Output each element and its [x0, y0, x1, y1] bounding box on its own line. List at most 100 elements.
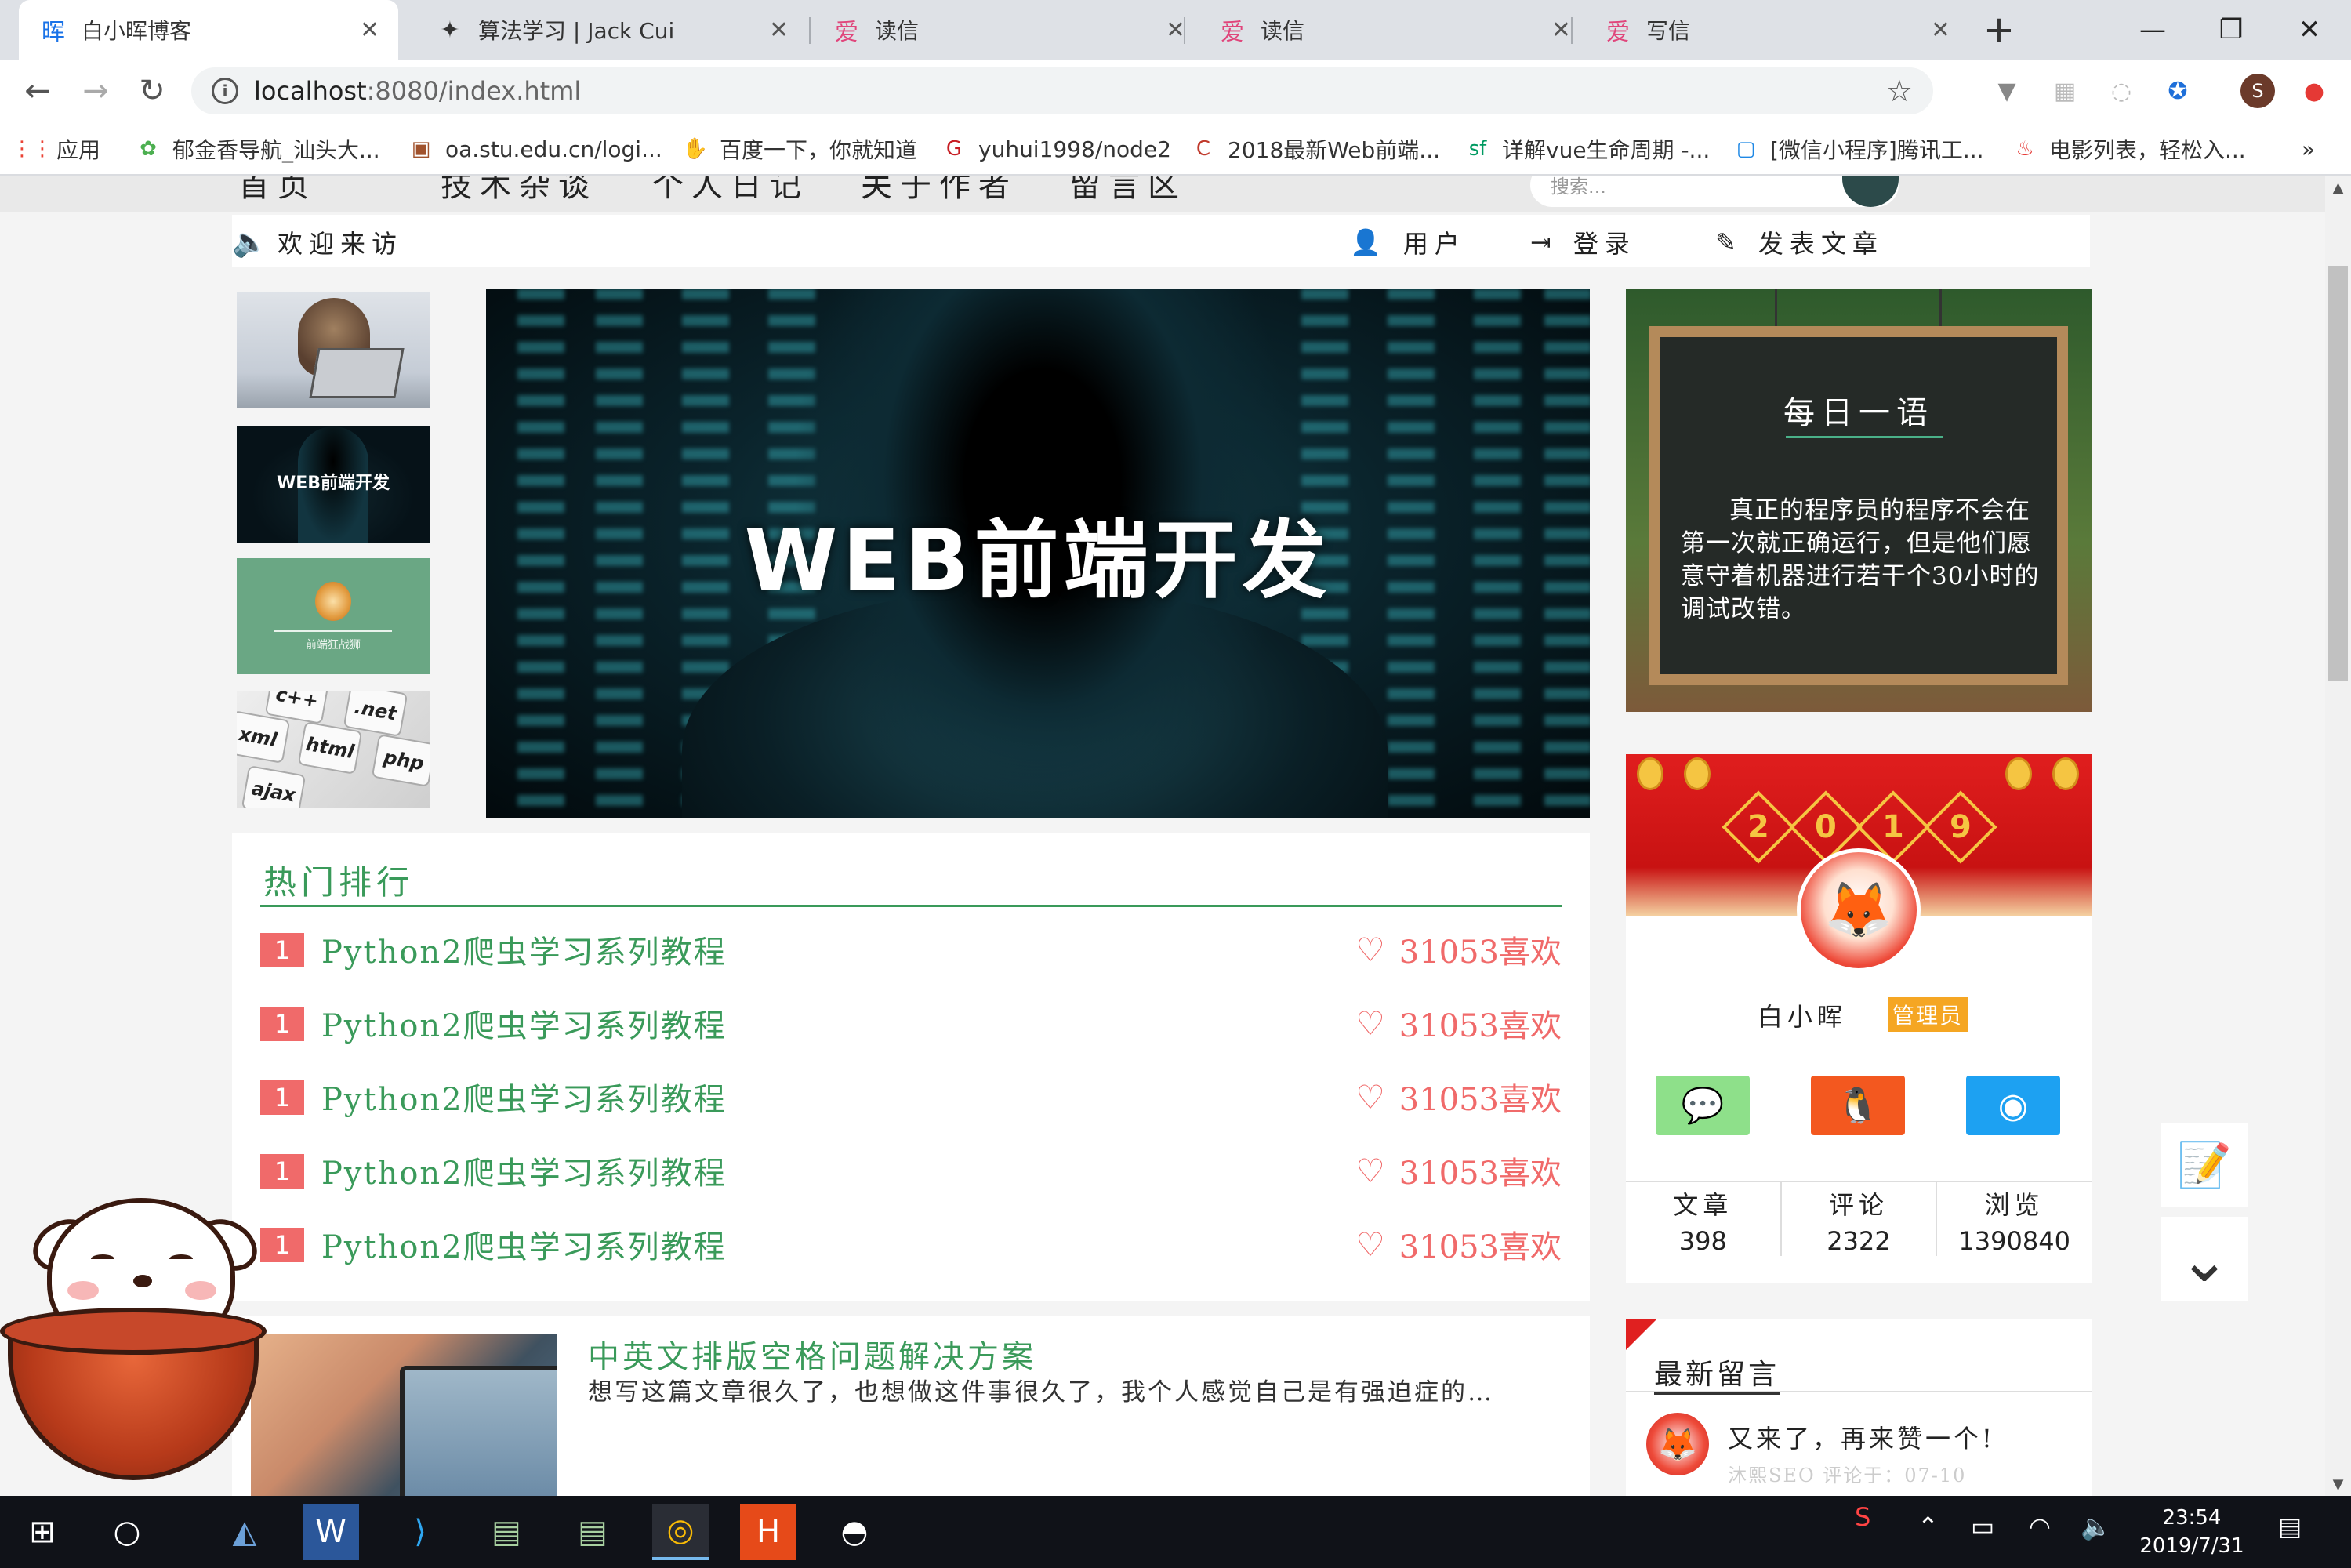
close-tab-icon[interactable]: ✕ — [1166, 16, 1185, 44]
scroll-down-arrow-icon[interactable]: ▼ — [2325, 1472, 2351, 1496]
back-icon[interactable]: ← — [16, 69, 60, 113]
windows-start-icon[interactable]: ⊞ — [14, 1504, 71, 1560]
page-scrollbar[interactable]: ▲ ▼ — [2325, 176, 2351, 1496]
word-icon[interactable]: W — [303, 1504, 359, 1560]
bookmark-item[interactable]: ⋮⋮ 应用 — [12, 122, 100, 176]
like-count[interactable]: ♡ 31053喜欢 — [1355, 1221, 1562, 1267]
bookmark-item[interactable]: ✋ 百度一下，你就知道 — [682, 122, 917, 176]
post-article-link[interactable]: ✎ 发表文章 — [1715, 224, 1884, 260]
bookmark-item[interactable]: C 2018最新Web前端... — [1190, 122, 1440, 176]
nav-home[interactable]: 首页 — [238, 176, 317, 205]
close-window-icon[interactable]: ✕ — [2270, 0, 2349, 60]
avatar[interactable]: 🦊 — [1646, 1413, 1709, 1475]
hero-banner[interactable]: WEB前端开发 — [486, 289, 1590, 818]
chrome-icon[interactable]: ◎ — [652, 1504, 709, 1560]
hot-ranking-row[interactable]: 1 Python2爬虫学习系列教程 ♡ 31053喜欢 — [260, 1217, 1562, 1267]
nav-guestbook[interactable]: 留言区 — [1069, 176, 1187, 205]
hot-article-title[interactable]: Python2爬虫学习系列教程 — [321, 1221, 727, 1267]
dog-cheek — [67, 1281, 99, 1300]
avatar[interactable]: 🦊 — [1797, 848, 1921, 972]
article-title[interactable]: 中英文排版空格问题解决方案 — [588, 1331, 1036, 1377]
reload-icon[interactable]: ↻ — [130, 69, 174, 113]
bookmark-item[interactable]: sf 详解vue生命周期 -... — [1464, 122, 1711, 176]
maximize-icon[interactable]: ❐ — [2192, 0, 2270, 60]
hot-ranking-row[interactable]: 1 Python2爬虫学习系列教程 ♡ 31053喜欢 — [260, 922, 1562, 972]
extension-icon[interactable]: ◌ — [2106, 75, 2137, 107]
tab-write-letter[interactable]: 爱 写信 ✕ — [1584, 0, 1969, 60]
like-count[interactable]: ♡ 31053喜欢 — [1355, 927, 1562, 972]
bookmarks-overflow-icon[interactable]: » — [2302, 122, 2315, 176]
user-link[interactable]: 👤 用户 — [1350, 224, 1466, 260]
address-bar[interactable]: i localhost :8080/index.html ☆ — [191, 67, 1933, 114]
close-tab-icon[interactable]: ✕ — [360, 16, 379, 44]
vue-devtools-icon[interactable]: ▼ — [1991, 75, 2023, 107]
wechat-button[interactable]: 💬 — [1656, 1076, 1750, 1135]
minimize-icon[interactable]: — — [2113, 0, 2192, 60]
year-digit-text: 1 — [1882, 809, 1904, 845]
update-icon[interactable]: ● — [2298, 75, 2330, 107]
bookmark-item[interactable]: ♨ 电影列表，轻松入... — [2012, 122, 2245, 176]
vscode-icon[interactable]: ⟩ — [392, 1504, 448, 1560]
cortana-icon[interactable]: ○ — [99, 1504, 155, 1560]
bookmark-item[interactable]: ▣ oa.stu.edu.cn/logi... — [408, 122, 662, 176]
like-count[interactable]: ♡ 31053喜欢 — [1355, 1000, 1562, 1046]
like-count[interactable]: ♡ 31053喜欢 — [1355, 1148, 1562, 1193]
tab-read-letter-1[interactable]: 爱 读信 ✕ — [812, 0, 1204, 60]
close-tab-icon[interactable]: ✕ — [769, 16, 789, 44]
forward-icon[interactable]: → — [74, 69, 118, 113]
tab-blog[interactable]: 晖 白小晖博客 ✕ — [19, 0, 398, 60]
scrollbar-thumb[interactable] — [2328, 266, 2348, 681]
tab-read-letter-2[interactable]: 爱 读信 ✕ — [1198, 0, 1590, 60]
site-info-icon[interactable]: i — [212, 78, 238, 104]
notifications-icon[interactable]: ▤ — [2278, 1512, 2302, 1541]
thumb-monkey-laptop[interactable] — [237, 292, 430, 408]
bookmark-item[interactable]: ▢ [微信小程序]腾讯工... — [1732, 122, 1984, 176]
hot-ranking-row[interactable]: 1 Python2爬虫学习系列教程 ♡ 31053喜欢 — [260, 1143, 1562, 1193]
system-clock[interactable]: 23:54 2019/7/31 — [2129, 1504, 2255, 1560]
dog-bowl-mascot[interactable] — [0, 1151, 298, 1496]
nav-tech[interactable]: 技术杂谈 — [441, 176, 597, 205]
nav-about[interactable]: 关于作者 — [861, 176, 1018, 205]
weibo-button[interactable]: ◉ — [1966, 1076, 2060, 1135]
hot-article-title[interactable]: Python2爬虫学习系列教程 — [321, 1148, 727, 1193]
nav-diary[interactable]: 个人日记 — [652, 176, 809, 205]
bookmark-star-icon[interactable]: ☆ — [1886, 74, 1913, 108]
thumb-keyboard[interactable]: c++ .net xml html php ajax — [237, 691, 430, 808]
tray-expand-icon[interactable]: ⌃ — [1917, 1512, 1939, 1541]
article-summary: 想写这篇文章很久了，也想做这件事很久了，我个人感觉自己是有强迫症的… — [588, 1378, 1494, 1406]
photos-icon[interactable]: ◓ — [826, 1504, 883, 1560]
extension-icon[interactable]: ✪ — [2162, 75, 2193, 107]
hot-ranking-row[interactable]: 1 Python2爬虫学习系列教程 ♡ 31053喜欢 — [260, 1069, 1562, 1118]
terminal-icon[interactable]: ▤ — [478, 1504, 535, 1560]
qq-button[interactable]: 🐧 — [1811, 1076, 1905, 1135]
close-tab-icon[interactable]: ✕ — [1931, 16, 1950, 44]
comment-text[interactable]: 又来了，再来赞一个! — [1728, 1419, 1995, 1455]
edit-note-button[interactable]: 📝 — [2161, 1123, 2248, 1207]
bookmark-item[interactable]: ✿ 郁金香导航_汕头大... — [135, 122, 380, 176]
thumb-web-frontend[interactable]: WEB前端开发 — [237, 426, 430, 543]
scroll-down-button[interactable]: ⌄ — [2161, 1217, 2248, 1301]
hot-article-title[interactable]: Python2爬虫学习系列教程 — [321, 1074, 727, 1120]
close-tab-icon[interactable]: ✕ — [1551, 16, 1571, 44]
login-link[interactable]: ⇥ 登录 — [1530, 224, 1636, 260]
battery-icon[interactable]: ▭ — [1971, 1512, 1994, 1541]
thumb-lion-warrior[interactable]: 前端狂战狮 — [237, 558, 430, 674]
hot-article-title[interactable]: Python2爬虫学习系列教程 — [321, 927, 727, 972]
bookmark-item[interactable]: Gyuhui1998/node2 — [941, 122, 1171, 176]
new-tab-button[interactable]: + — [1975, 0, 2023, 60]
sogou-input-icon[interactable]: S — [1855, 1502, 1870, 1532]
scroll-up-arrow-icon[interactable]: ▲ — [2325, 176, 2351, 199]
hot-ranking-row[interactable]: 1 Python2爬虫学习系列教程 ♡ 31053喜欢 — [260, 996, 1562, 1046]
tab-jackcui[interactable]: ✦ 算法学习 | Jack Cui ✕ — [415, 0, 807, 60]
article-card[interactable]: 中英文排版空格问题解决方案 想写这篇文章很久了，也想做这件事很久了，我个人感觉自… — [232, 1316, 1590, 1496]
like-count[interactable]: ♡ 31053喜欢 — [1355, 1074, 1562, 1120]
mysql-workbench-icon[interactable]: ◭ — [216, 1504, 273, 1560]
extension-icon[interactable]: ▦ — [2049, 75, 2081, 107]
hot-article-title[interactable]: Python2爬虫学习系列教程 — [321, 1000, 727, 1046]
hbuilder-icon[interactable]: H — [740, 1504, 796, 1560]
terminal-icon[interactable]: ▤ — [564, 1504, 621, 1560]
wifi-icon[interactable]: ◠ — [2029, 1512, 2051, 1541]
site-top-nav: 首页 技术杂谈 个人日记 关于作者 留言区 搜索... — [0, 176, 2325, 212]
profile-avatar[interactable]: S — [2240, 74, 2275, 108]
volume-icon[interactable]: 🔈 — [2081, 1512, 2112, 1541]
